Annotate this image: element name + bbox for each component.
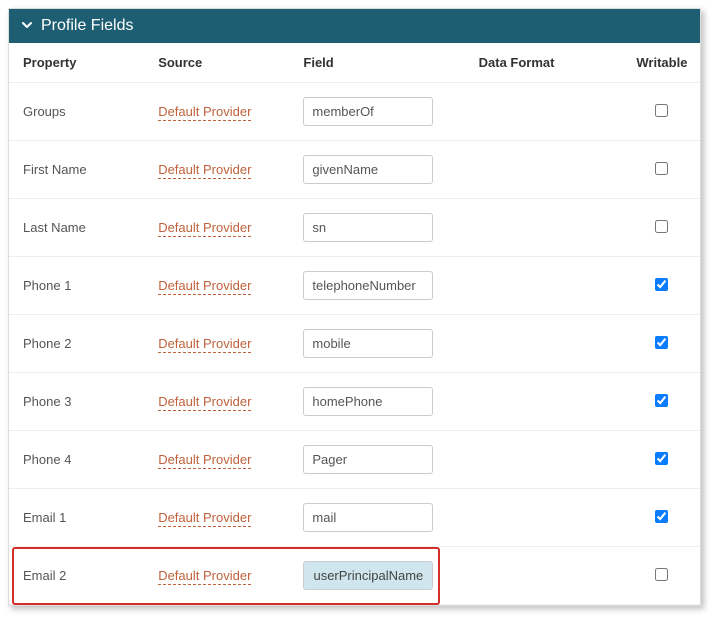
format-cell bbox=[465, 315, 620, 373]
field-cell bbox=[289, 315, 464, 373]
col-source: Source bbox=[144, 43, 289, 83]
writable-cell bbox=[620, 141, 700, 199]
field-cell bbox=[289, 431, 464, 489]
format-cell bbox=[465, 83, 620, 141]
format-cell bbox=[465, 257, 620, 315]
field-input[interactable] bbox=[303, 329, 433, 358]
profile-fields-table: Property Source Field Data Format Writab… bbox=[9, 43, 700, 605]
table-row: Last Name Default Provider bbox=[9, 199, 700, 257]
writable-cell bbox=[620, 373, 700, 431]
field-input[interactable] bbox=[303, 503, 433, 532]
writable-checkbox[interactable] bbox=[655, 162, 668, 175]
source-cell: Default Provider bbox=[144, 257, 289, 315]
field-input[interactable] bbox=[303, 271, 433, 300]
profile-fields-panel: Profile Fields Property Source Field Dat… bbox=[8, 8, 701, 606]
property-cell: Phone 1 bbox=[9, 257, 144, 315]
source-link[interactable]: Default Provider bbox=[158, 394, 251, 411]
property-cell: Phone 3 bbox=[9, 373, 144, 431]
writable-checkbox[interactable] bbox=[655, 104, 668, 117]
source-cell: Default Provider bbox=[144, 315, 289, 373]
field-input[interactable] bbox=[303, 213, 433, 242]
format-cell bbox=[465, 489, 620, 547]
property-cell: First Name bbox=[9, 141, 144, 199]
panel-title: Profile Fields bbox=[41, 17, 133, 35]
source-cell: Default Provider bbox=[144, 83, 289, 141]
writable-checkbox[interactable] bbox=[655, 394, 668, 407]
source-cell: Default Provider bbox=[144, 199, 289, 257]
source-cell: Default Provider bbox=[144, 141, 289, 199]
source-cell: Default Provider bbox=[144, 547, 289, 605]
field-input[interactable] bbox=[303, 97, 433, 126]
writable-cell bbox=[620, 489, 700, 547]
table-row: Groups Default Provider bbox=[9, 83, 700, 141]
field-input[interactable] bbox=[303, 387, 433, 416]
source-link[interactable]: Default Provider bbox=[158, 510, 251, 527]
field-cell bbox=[289, 547, 464, 605]
property-cell: Phone 2 bbox=[9, 315, 144, 373]
writable-cell bbox=[620, 83, 700, 141]
writable-checkbox[interactable] bbox=[655, 278, 668, 291]
writable-checkbox[interactable] bbox=[655, 510, 668, 523]
property-cell: Groups bbox=[9, 83, 144, 141]
property-cell: Last Name bbox=[9, 199, 144, 257]
field-cell bbox=[289, 83, 464, 141]
source-link[interactable]: Default Provider bbox=[158, 452, 251, 469]
source-link[interactable]: Default Provider bbox=[158, 336, 251, 353]
writable-checkbox[interactable] bbox=[655, 336, 668, 349]
field-cell bbox=[289, 373, 464, 431]
col-property: Property bbox=[9, 43, 144, 83]
table-row: Phone 2 Default Provider bbox=[9, 315, 700, 373]
property-cell: Phone 4 bbox=[9, 431, 144, 489]
table-row: Phone 1 Default Provider bbox=[9, 257, 700, 315]
format-cell bbox=[465, 431, 620, 489]
col-format: Data Format bbox=[465, 43, 620, 83]
source-link[interactable]: Default Provider bbox=[158, 220, 251, 237]
table-row: Email 1 Default Provider bbox=[9, 489, 700, 547]
table-row: Email 2 Default Provider bbox=[9, 547, 700, 605]
source-cell: Default Provider bbox=[144, 373, 289, 431]
panel-header[interactable]: Profile Fields bbox=[9, 9, 700, 43]
table-header-row: Property Source Field Data Format Writab… bbox=[9, 43, 700, 83]
chevron-down-icon bbox=[21, 19, 33, 34]
source-link[interactable]: Default Provider bbox=[158, 104, 251, 121]
source-link[interactable]: Default Provider bbox=[158, 278, 251, 295]
writable-cell bbox=[620, 547, 700, 605]
col-field: Field bbox=[289, 43, 464, 83]
writable-checkbox[interactable] bbox=[655, 452, 668, 465]
source-link[interactable]: Default Provider bbox=[158, 568, 251, 585]
format-cell bbox=[465, 199, 620, 257]
writable-cell bbox=[620, 431, 700, 489]
table-row: Phone 3 Default Provider bbox=[9, 373, 700, 431]
col-writable: Writable bbox=[620, 43, 700, 83]
table-row: Phone 4 Default Provider bbox=[9, 431, 700, 489]
writable-cell bbox=[620, 315, 700, 373]
source-link[interactable]: Default Provider bbox=[158, 162, 251, 179]
field-cell bbox=[289, 141, 464, 199]
field-cell bbox=[289, 199, 464, 257]
table-row: First Name Default Provider bbox=[9, 141, 700, 199]
format-cell bbox=[465, 547, 620, 605]
field-input[interactable] bbox=[303, 155, 433, 184]
format-cell bbox=[465, 141, 620, 199]
property-cell: Email 2 bbox=[9, 547, 144, 605]
source-cell: Default Provider bbox=[144, 431, 289, 489]
writable-cell bbox=[620, 199, 700, 257]
table-container: Property Source Field Data Format Writab… bbox=[9, 43, 700, 605]
writable-cell bbox=[620, 257, 700, 315]
field-input[interactable] bbox=[303, 445, 433, 474]
field-cell bbox=[289, 257, 464, 315]
format-cell bbox=[465, 373, 620, 431]
field-cell bbox=[289, 489, 464, 547]
source-cell: Default Provider bbox=[144, 489, 289, 547]
field-input[interactable] bbox=[303, 561, 433, 590]
writable-checkbox[interactable] bbox=[655, 220, 668, 233]
writable-checkbox[interactable] bbox=[655, 568, 668, 581]
property-cell: Email 1 bbox=[9, 489, 144, 547]
